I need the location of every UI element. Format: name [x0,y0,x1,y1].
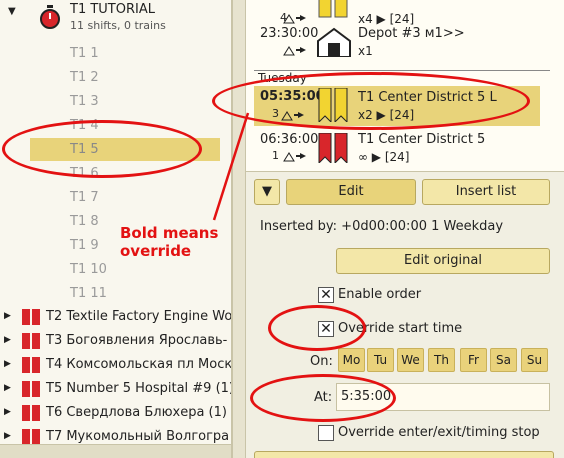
tree-root-subtitle: 11 shifts, 0 trains [70,19,166,32]
line-item[interactable]: ▶ T6 Свердлова Блюхера (1) [4,401,231,424]
depot-icon [317,27,351,57]
shift-item[interactable]: T1 11 [30,282,220,305]
shift-item[interactable]: T1 10 [30,258,220,281]
shift-item[interactable]: T1 3 [30,90,220,113]
day-toggle-th[interactable]: Th [428,348,455,372]
line-label: T5 Number 5 Hospital #9 (1) [46,381,232,396]
yellow-route-sign-icon [318,0,348,18]
line-item[interactable]: ▶ T3 Богоявления Ярославь- [4,329,231,352]
override-enter-exit-checkbox[interactable] [318,425,334,441]
line-icon [22,309,40,325]
shift-item[interactable]: T1 2 [30,66,220,89]
expand-triangle-icon[interactable]: ▶ [4,305,11,328]
panel-splitter[interactable] [232,0,246,458]
line-icon [22,381,40,397]
annotation-ellipse-order [212,72,530,130]
day-toggle-tu[interactable]: Tu [367,348,394,372]
enable-order-checkbox[interactable]: ✕ [318,287,334,303]
tree-root-item[interactable]: ▼ T1 TUTORIAL 11 shifts, 0 trains [8,2,231,36]
day-toggle-su[interactable]: Su [521,348,548,372]
override-enter-exit-label: Override enter/exit/timing stop [338,425,540,440]
day-toggle-fr[interactable]: Fr [460,348,487,372]
tree-root-title: T1 TUTORIAL [70,2,155,17]
order-count: ∞ ▶ [24] [358,150,410,164]
shift-item[interactable]: T1 7 [30,186,220,209]
expand-triangle-icon[interactable]: ▶ [4,377,11,400]
annotation-ellipse-shift [2,120,202,178]
annotation-text: Bold means override [120,224,218,260]
line-label: T6 Свердлова Блюхера (1) [46,405,227,420]
station-arrow-icon [283,152,306,162]
collapse-toggle-button[interactable]: ▼ [254,179,280,205]
line-label: T4 Комсомольская пл Моск [46,357,232,372]
order-time: 23:30:00 [260,26,319,41]
day-toggle-we[interactable]: We [397,348,424,372]
order-row[interactable]: 4 x4 ▶ [24] [254,0,544,26]
enable-order-label: Enable order [338,287,422,302]
expand-triangle-icon[interactable]: ▶ [4,401,11,424]
edit-button[interactable]: Edit [286,179,416,205]
order-row[interactable]: 06:36:00 1 T1 Center District 5 ∞ ▶ [24] [254,132,544,168]
triangle-down-icon: ▼ [262,184,272,199]
left-toolbar [0,444,231,458]
line-icon [22,357,40,373]
day-toggle-mo[interactable]: Mo [338,348,365,372]
station-arrow-icon [283,46,306,56]
expand-triangle-icon[interactable]: ▶ [4,353,11,376]
line-item[interactable]: ▶ T4 Комсомольская пл Моск [4,353,232,376]
on-label: On: [310,354,333,369]
line-label: T2 Textile Factory Engine Wor [46,309,232,324]
line-label: T3 Богоявления Ярославь- [46,333,228,348]
edit-original-button[interactable]: Edit original [336,248,550,274]
red-route-sign-icon [318,133,348,163]
order-name: T1 Center District 5 [358,132,486,147]
insert-list-button[interactable]: Insert list [422,179,550,205]
bottom-button-strip[interactable] [254,451,554,458]
line-icon [22,333,40,349]
line-item[interactable]: ▶ T5 Number 5 Hospital #9 (1) [4,377,232,400]
station-arrow-icon [283,14,306,24]
line-icon [22,429,40,445]
annotation-text-line1: Bold means [120,224,219,242]
annotation-ellipse-override [268,305,366,351]
order-time: 06:36:00 [260,132,319,147]
order-row[interactable]: 23:30:00 Depot #3 м1>> x1 [254,26,544,62]
annotation-text-line2: override [120,242,192,260]
inserted-by-text: Inserted by: +0d00:00:00 1 Weekday [260,219,504,234]
day-toggle-sa[interactable]: Sa [490,348,517,372]
order-name: Depot #3 м1>> [358,26,465,41]
line-item[interactable]: ▶ T2 Textile Factory Engine Wor [4,305,232,328]
order-count: x4 ▶ [24] [358,12,415,26]
expand-triangle-icon[interactable]: ▶ [4,329,11,352]
annotation-ellipse-at [250,374,396,422]
order-count: x1 [358,44,373,58]
expand-arrow-icon[interactable]: ▼ [8,6,16,17]
shift-item[interactable]: T1 1 [30,42,220,65]
order-count-prefix: 1 [272,149,279,162]
stopwatch-icon [40,5,60,29]
line-icon [22,405,40,421]
